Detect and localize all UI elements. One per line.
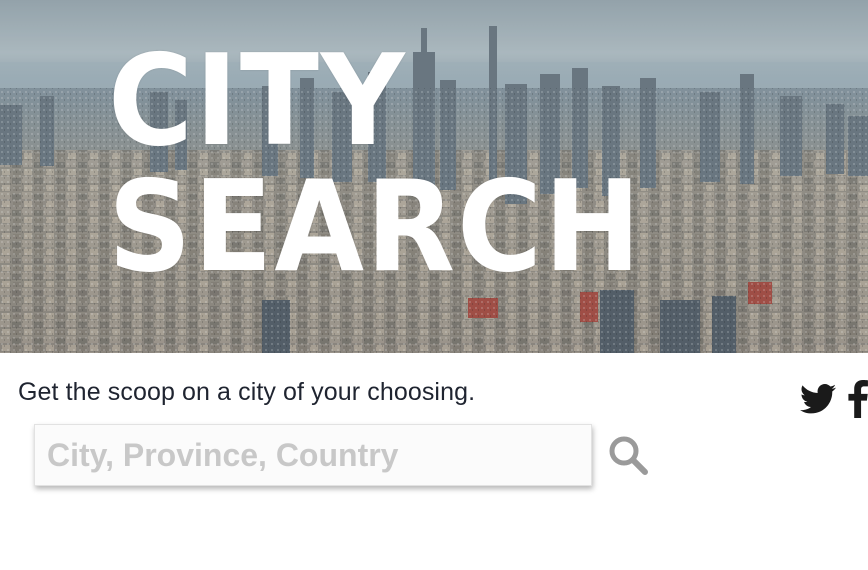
twitter-link[interactable] <box>800 384 836 414</box>
search-button[interactable] <box>606 433 650 477</box>
twitter-icon <box>800 384 836 414</box>
hero-banner: CITY SEARCH <box>0 0 868 353</box>
search-icon <box>609 436 648 475</box>
facebook-link[interactable] <box>848 380 868 418</box>
city-search-page: CITY SEARCH Get the scoop on a city of y… <box>0 0 868 570</box>
city-search-logo: CITY SEARCH <box>108 38 752 290</box>
search-bar <box>34 424 650 486</box>
social-links <box>800 380 868 418</box>
facebook-icon <box>848 380 868 418</box>
location-search-input[interactable] <box>34 424 592 486</box>
tagline: Get the scoop on a city of your choosing… <box>18 378 476 406</box>
